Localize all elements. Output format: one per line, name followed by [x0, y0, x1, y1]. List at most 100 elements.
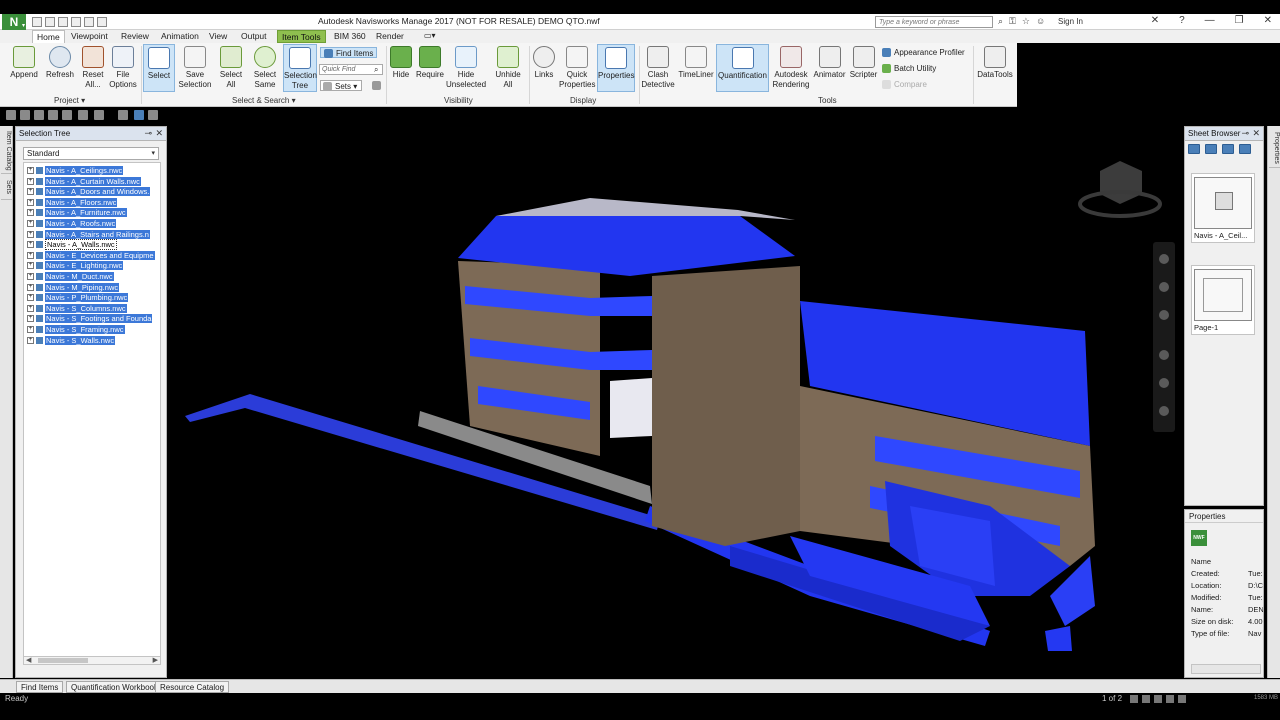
- expand-icon[interactable]: +: [27, 177, 34, 185]
- maximize-icon[interactable]: ❐: [1235, 15, 1244, 26]
- tab-viewpoint[interactable]: Viewpoint: [71, 30, 108, 43]
- manage-sets-icon[interactable]: [372, 80, 384, 91]
- tree-view-dropdown[interactable]: Standard ▾: [23, 147, 159, 160]
- expand-icon[interactable]: +: [27, 220, 34, 227]
- select-button[interactable]: Select: [143, 44, 175, 92]
- refresh-sheets-icon[interactable]: [1188, 144, 1200, 154]
- last-page-icon[interactable]: [1142, 695, 1150, 703]
- binoculars-icon[interactable]: ⌕: [998, 16, 1003, 27]
- panel-label-select-search[interactable]: Select & Search ▾: [232, 96, 296, 105]
- new-icon[interactable]: [32, 17, 42, 27]
- sets-dropdown[interactable]: Sets ▾: [320, 80, 362, 92]
- tree-item[interactable]: + Navis - S_Framing.nwc: [27, 325, 125, 334]
- sign-in-link[interactable]: Sign In: [1058, 17, 1083, 26]
- redo-icon[interactable]: [97, 17, 107, 27]
- tree-item[interactable]: + Navis - S_Footings and Founda: [27, 314, 153, 324]
- tab-home[interactable]: Home: [32, 30, 65, 43]
- properties-scrollbar[interactable]: [1191, 664, 1261, 674]
- save-icon[interactable]: [58, 17, 68, 27]
- append-button[interactable]: Append: [8, 46, 40, 80]
- help-search-input[interactable]: Type a keyword or phrase: [875, 16, 993, 28]
- pan-icon[interactable]: [1159, 282, 1169, 292]
- tree-item[interactable]: + Navis - A_Furniture.nwc: [27, 208, 127, 218]
- print-icon[interactable]: [71, 17, 81, 27]
- minimize-icon[interactable]: —: [1205, 15, 1215, 26]
- help-icon[interactable]: ?: [1179, 15, 1185, 26]
- timeliner-button[interactable]: TimeLiner: [677, 46, 715, 80]
- expand-icon[interactable]: +: [27, 167, 34, 174]
- scripter-button[interactable]: Scripter: [848, 46, 879, 80]
- quick-properties-button[interactable]: Quick Properties: [559, 46, 595, 90]
- expand-icon[interactable]: +: [27, 283, 34, 291]
- orbit-icon[interactable]: [1159, 350, 1169, 360]
- quick-find-search-icon[interactable]: ⌕: [374, 64, 378, 75]
- thumbnail-view-icon[interactable]: [1205, 144, 1217, 154]
- performance-icon[interactable]: [1178, 695, 1186, 703]
- ribbon-options-icon[interactable]: ▭▾: [424, 30, 436, 43]
- panel-label-project[interactable]: Project ▾: [54, 96, 85, 105]
- tree-item[interactable]: + Navis - E_Devices and Equipme: [27, 250, 155, 260]
- view-cube[interactable]: [1100, 161, 1142, 204]
- tab-item-catalog[interactable]: Item Catalog: [1, 128, 12, 174]
- select-all-button[interactable]: Select All: [216, 46, 246, 90]
- tab-item-tools[interactable]: Item Tools: [277, 30, 326, 43]
- quantification-button[interactable]: Quantification: [716, 44, 769, 92]
- tree-item[interactable]: + Navis - A_Stairs and Railings.n: [27, 229, 150, 239]
- expand-icon[interactable]: +: [27, 315, 34, 323]
- tab-render[interactable]: Render: [376, 30, 404, 43]
- expand-icon[interactable]: +: [27, 294, 34, 302]
- expand-icon[interactable]: +: [27, 209, 34, 217]
- tree-item[interactable]: + Navis - P_Plumbing.nwc: [27, 293, 129, 303]
- tree-item[interactable]: + Navis - A_Curtain Walls.nwc: [27, 176, 141, 186]
- look-icon[interactable]: [1159, 378, 1169, 388]
- scroll-left-icon[interactable]: ◀: [26, 656, 31, 664]
- save-selection-button[interactable]: Save Selection: [178, 46, 212, 90]
- toolstrip-refresh-icon[interactable]: [62, 110, 72, 120]
- toolstrip-new-icon[interactable]: [6, 110, 16, 120]
- sheet-thumbnail[interactable]: Page-1: [1191, 265, 1255, 335]
- expand-icon[interactable]: +: [27, 251, 34, 259]
- pencil-icon[interactable]: [1166, 695, 1174, 703]
- tab-review[interactable]: Review: [121, 30, 149, 43]
- building-model[interactable]: [170, 126, 1181, 678]
- toolstrip-redo-icon[interactable]: [94, 110, 104, 120]
- open-icon[interactable]: [45, 17, 55, 27]
- sheets-icon[interactable]: [1154, 695, 1162, 703]
- scroll-thumb[interactable]: [38, 658, 88, 663]
- hide-unselected-button[interactable]: Hide Unselected: [446, 46, 486, 90]
- app-menu-button[interactable]: N ▾: [2, 14, 26, 30]
- properties-button[interactable]: Properties: [597, 44, 635, 92]
- tab-bim360[interactable]: BIM 360: [334, 30, 366, 43]
- expand-icon[interactable]: +: [27, 336, 34, 344]
- tab-quantification-workbook[interactable]: Quantification Workbook: [66, 681, 164, 693]
- toolstrip-options-icon[interactable]: [148, 110, 158, 120]
- toolstrip-cursor-icon[interactable]: [134, 110, 144, 120]
- import-sheets-icon[interactable]: [1239, 144, 1251, 154]
- hide-button[interactable]: Hide: [390, 46, 412, 80]
- user-icon[interactable]: ☺: [1036, 16, 1045, 27]
- clash-detective-button[interactable]: Clash Detective: [641, 46, 675, 90]
- select-same-button[interactable]: Select Same: [250, 46, 280, 90]
- reset-all-button[interactable]: Reset All...: [80, 46, 106, 90]
- file-options-button[interactable]: File Options: [108, 46, 138, 90]
- next-page-icon[interactable]: [1130, 695, 1138, 703]
- toolstrip-open-icon[interactable]: [20, 110, 30, 120]
- steering-wheel-icon[interactable]: [1159, 254, 1169, 264]
- tab-properties[interactable]: Properties: [1269, 128, 1280, 168]
- tree-item[interactable]: + Navis - S_Columns.nwc: [27, 303, 127, 313]
- links-button[interactable]: Links: [532, 46, 556, 80]
- appearance-profiler-button[interactable]: Appearance Profiler: [882, 47, 965, 58]
- tree-item[interactable]: + Navis - A_Doors and Windows.: [27, 187, 151, 197]
- toolstrip-print-icon[interactable]: [48, 110, 58, 120]
- tree-item[interactable]: + Navis - A_Walls.nwc: [27, 239, 117, 251]
- pin-icon[interactable]: ⊸: [1241, 127, 1249, 140]
- tree-item[interactable]: + Navis - M_Duct.nwc: [27, 272, 114, 281]
- expand-icon[interactable]: +: [27, 262, 34, 270]
- expand-icon[interactable]: +: [27, 326, 34, 333]
- list-view-icon[interactable]: [1222, 144, 1234, 154]
- selection-tree-button[interactable]: Selection Tree: [283, 44, 317, 92]
- close-icon[interactable]: ✕: [1264, 15, 1272, 26]
- refresh-button[interactable]: Refresh: [45, 46, 75, 80]
- tree-item[interactable]: + Navis - A_Floors.nwc: [27, 197, 118, 207]
- toolstrip-save-icon[interactable]: [34, 110, 44, 120]
